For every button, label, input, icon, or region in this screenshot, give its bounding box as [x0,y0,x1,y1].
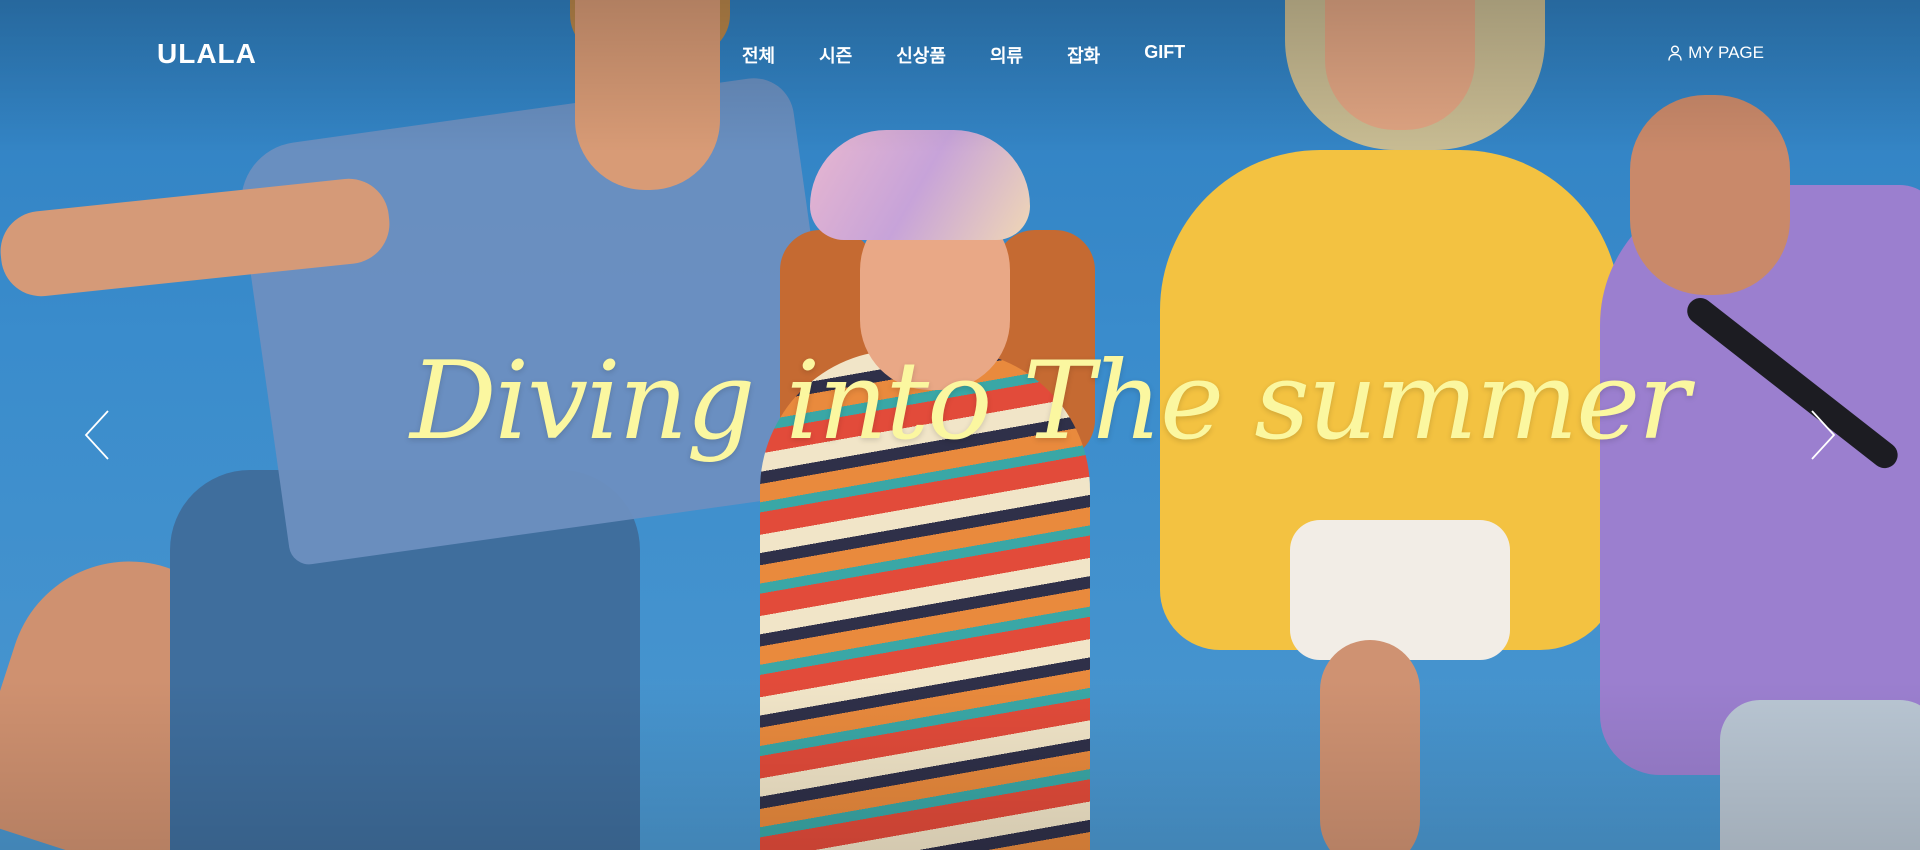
site-header: ULALA 전체 시즌 신상품 의류 잡화 GIFT MY PAGE [0,0,1920,106]
nav-item-season[interactable]: 시즌 [819,42,852,68]
nav-item-accessories[interactable]: 잡화 [1067,42,1100,68]
nav-item-new-arrivals[interactable]: 신상품 [896,42,946,68]
mypage-link[interactable]: MY PAGE [1668,43,1764,63]
site-logo[interactable]: ULALA [157,38,257,70]
nav-item-all[interactable]: 전체 [742,42,775,68]
nav-item-gift[interactable]: GIFT [1144,42,1185,68]
nav-item-clothing[interactable]: 의류 [990,42,1023,68]
hero-slogan: Diving into The summer [410,318,1690,498]
prev-slide-button[interactable] [80,405,120,465]
next-slide-button[interactable] [1800,405,1840,465]
main-nav: 전체 시즌 신상품 의류 잡화 GIFT [742,42,1185,68]
mypage-label: MY PAGE [1688,43,1764,62]
chevron-right-icon [1811,410,1836,460]
hero-banner: ULALA 전체 시즌 신상품 의류 잡화 GIFT MY PAGE Divin… [0,0,1920,850]
chevron-left-icon [84,410,109,460]
user-icon [1668,45,1682,61]
hero-slogan-text: Diving into The summer [410,339,1690,464]
